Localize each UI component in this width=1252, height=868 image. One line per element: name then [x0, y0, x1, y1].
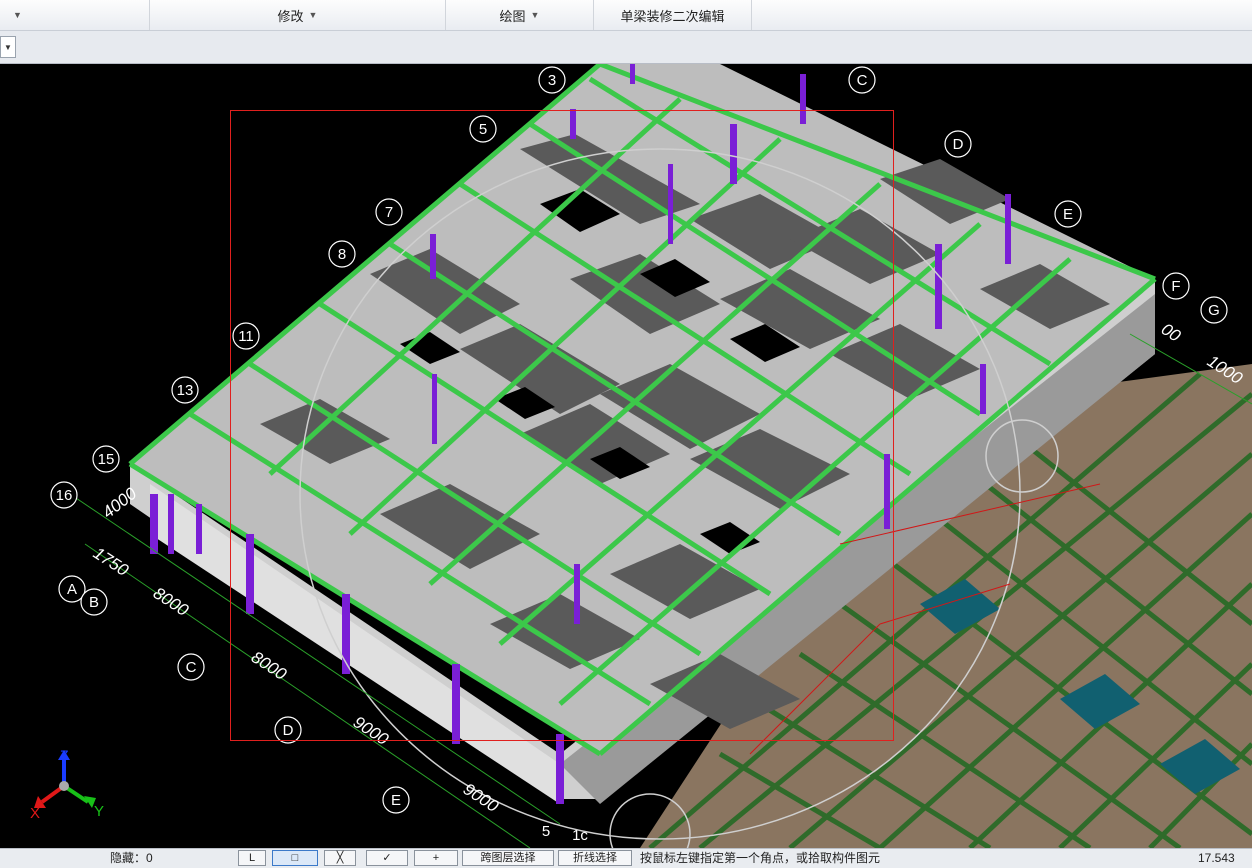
coordinate-triad: Z X Y [30, 747, 104, 822]
ribbon-beam-edit-label: 单梁装修二次编辑 [620, 8, 725, 24]
ortho-mode-button[interactable]: L [238, 850, 266, 866]
dimension-1750: 1750 [90, 543, 133, 580]
axis-label-3: 3 [548, 72, 556, 89]
polyline-select-button[interactable]: 折线选择 [558, 850, 632, 866]
coordinate-readout: 17.543 [1198, 851, 1235, 865]
axis-label-13: 13 [177, 382, 194, 399]
dimension-9000-2: 9000 [460, 779, 503, 816]
cross-layer-select-button[interactable]: 跨图层选择 [462, 850, 554, 866]
dimension-8000-1: 8000 [150, 583, 193, 620]
chevron-down-icon: ▼ [4, 42, 12, 52]
ribbon-draw-menu[interactable]: 绘图 ▼ [446, 0, 594, 30]
dimension-8000-2: 8000 [248, 647, 291, 684]
axis-label-e-left: E [391, 792, 401, 809]
ribbon-modify-label: 修改 [277, 8, 304, 24]
axis-label-5-bottom: 5 [542, 823, 550, 840]
axis-label-f-top: F [1171, 278, 1180, 295]
floor-combo-dropdown[interactable]: ▼ [0, 36, 16, 58]
axis-label-c-top: C [857, 72, 868, 89]
axis-label-7: 7 [385, 204, 393, 221]
axis-label-15: 15 [98, 451, 115, 468]
3d-viewport[interactable]: 3 5 7 8 11 13 15 16 C D E F G A B C D E … [0, 64, 1252, 848]
ribbon-bar: ▼ 修改 ▼ 绘图 ▼ 单梁装修二次编辑 [0, 0, 1252, 31]
ribbon-left-dropdown[interactable]: ▼ [0, 0, 150, 30]
command-hint: 按鼠标左键指定第一个角点，或拾取构件图元 [640, 851, 881, 865]
axis-label-5: 5 [479, 121, 487, 138]
structure-3d-canvas[interactable]: 3 5 7 8 11 13 15 16 C D E F G A B C D E … [0, 64, 1252, 848]
axis-label-c-left: C [186, 659, 197, 676]
axis-label-16: 16 [56, 487, 73, 504]
axis-label-8: 8 [338, 246, 346, 263]
axis-label-11: 11 [238, 328, 254, 345]
axis-label-g-top: G [1208, 302, 1220, 319]
axis-z-label: Z [60, 747, 69, 763]
chevron-down-icon: ▼ [308, 10, 318, 20]
snap-toggle-button[interactable]: ✓ [366, 850, 408, 866]
axis-x-label: X [30, 805, 40, 822]
axis-y-label: Y [94, 803, 104, 820]
ribbon-modify-menu[interactable]: 修改 ▼ [150, 0, 446, 30]
status-bar: 隐藏：0 L □ ╳ ✓ + 跨图层选择 折线选择 按鼠标左键指定第一个角点，或… [0, 848, 1252, 868]
axis-label-a-left: A [67, 581, 77, 598]
hidden-count-label: 隐藏：0 [110, 851, 153, 865]
chevron-down-icon: ▼ [530, 10, 540, 20]
box-select-button[interactable]: □ [272, 850, 318, 866]
chevron-down-icon: ▼ [13, 10, 22, 20]
axis-label-1c-bottom: 1c [572, 827, 588, 844]
cross-select-button[interactable]: ╳ [324, 850, 356, 866]
ribbon-draw-label: 绘图 [499, 8, 526, 24]
add-point-button[interactable]: + [414, 850, 458, 866]
axis-label-d-top: D [953, 136, 964, 153]
axis-label-d-left: D [283, 722, 294, 739]
ribbon-beam-edit-group[interactable]: 单梁装修二次编辑 [594, 0, 752, 30]
axis-label-e-top: E [1063, 206, 1073, 223]
secondary-toolbar: ▼ [0, 31, 1252, 64]
dimension-00-right: 00 [1158, 319, 1185, 346]
axis-label-b-left: B [89, 594, 99, 611]
